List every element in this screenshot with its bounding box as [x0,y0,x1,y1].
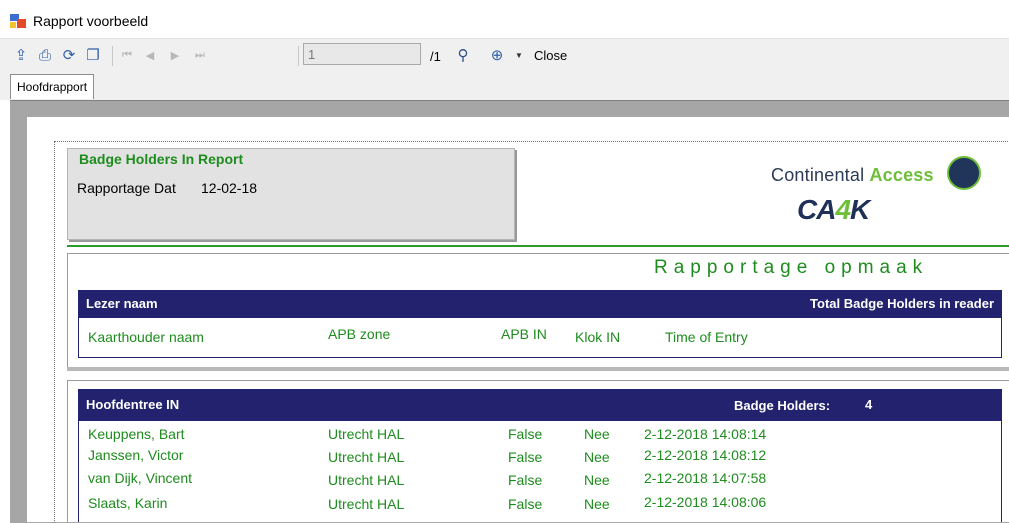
column-headers: Kaarthouder naam APB zone APB IN Klok IN… [78,318,1002,358]
apb-in: False [508,449,543,465]
badge-holders-count: 4 [865,397,873,412]
group-header-bar: Hoofdentree IN Badge Holders: 4 [78,389,1002,421]
time-of-entry: 2-12-2018 14:08:14 [644,426,767,442]
last-page-icon[interactable]: ⏭ [190,45,210,65]
group-data: Keuppens, Bart Utrecht HAL False Nee 2-1… [78,421,1002,522]
apb-zone: Utrecht HAL [328,496,405,512]
column-header: APB zone [328,326,391,342]
klok-in: Nee [584,449,610,465]
group-name: Hoofdentree IN [86,397,180,412]
report-title: Badge Holders In Report [79,151,244,167]
apb-zone: Utrecht HAL [328,472,405,488]
refresh-icon[interactable]: ⟳ [59,45,79,65]
report-date-label: Rapportage Dat [77,180,176,196]
globe-icon [947,156,981,190]
holder-name: van Dijk, Vincent [88,470,193,486]
apb-zone: Utrecht HAL [328,426,405,442]
zoom-icon[interactable]: ⊕ [487,45,507,65]
chevron-down-icon[interactable]: ▼ [515,51,523,60]
klok-in: Nee [584,426,610,442]
header-divider [67,245,1009,247]
time-of-entry: 2-12-2018 14:08:06 [644,494,767,510]
page-number-input[interactable] [303,43,421,65]
binoculars-icon[interactable]: ⚲ [453,45,473,65]
window-title: Rapport voorbeeld [33,13,149,29]
prev-page-icon[interactable]: ◀ [140,45,160,65]
holder-name: Keuppens, Bart [88,426,185,442]
export-icon[interactable]: ⇪ [11,45,31,65]
klok-in: Nee [584,496,610,512]
klok-in: Nee [584,472,610,488]
print-icon[interactable]: ⎙ [35,45,55,65]
apb-in: False [508,496,543,512]
copy-icon[interactable]: ❐ [83,45,103,65]
report-header-box: Badge Holders In Report Rapportage Dat 1… [67,148,515,240]
tab-hoofdrapport[interactable]: Hoofdrapport [10,74,95,99]
holder-name: Janssen, Victor [88,447,184,463]
badge-holders-label: Badge Holders: [734,398,831,413]
time-of-entry: 2-12-2018 14:08:12 [644,447,767,463]
total-badge-holders-label: Total Badge Holders in reader [810,296,994,311]
layout-section-shadow [67,367,1009,371]
app-icon [10,14,26,28]
reader-name-label: Lezer naam [86,296,158,311]
apb-zone: Utrecht HAL [328,449,405,465]
window-titlebar: Rapport voorbeeld [0,0,1009,39]
tab-strip: Hoofdrapport [0,73,1009,100]
layout-header-bar: Lezer naam Total Badge Holders in reader [78,290,1002,318]
section-title: Rapportage opmaak [654,257,929,278]
column-header: APB IN [501,326,547,342]
column-header: Klok IN [575,329,621,345]
report-date-value: 12-02-18 [201,180,258,196]
apb-in: False [508,426,543,442]
column-header: Time of Entry [665,329,748,345]
apb-in: False [508,472,543,488]
company-logo: Continental Access CA4K [751,152,991,228]
next-page-icon[interactable]: ▶ [165,45,185,65]
first-page-icon[interactable]: ⏮ [117,45,137,65]
holder-name: Slaats, Karin [88,495,168,511]
time-of-entry: 2-12-2018 14:07:58 [644,470,767,486]
close-button[interactable]: Close [534,48,567,63]
column-header: Kaarthouder naam [88,329,204,345]
page-total: /1 [430,49,441,64]
toolbar: ⇪ ⎙ ⟳ ❐ ⏮ ◀ ▶ ⏭ /1 ⚲ ⊕ ▼ Close [0,39,1009,73]
